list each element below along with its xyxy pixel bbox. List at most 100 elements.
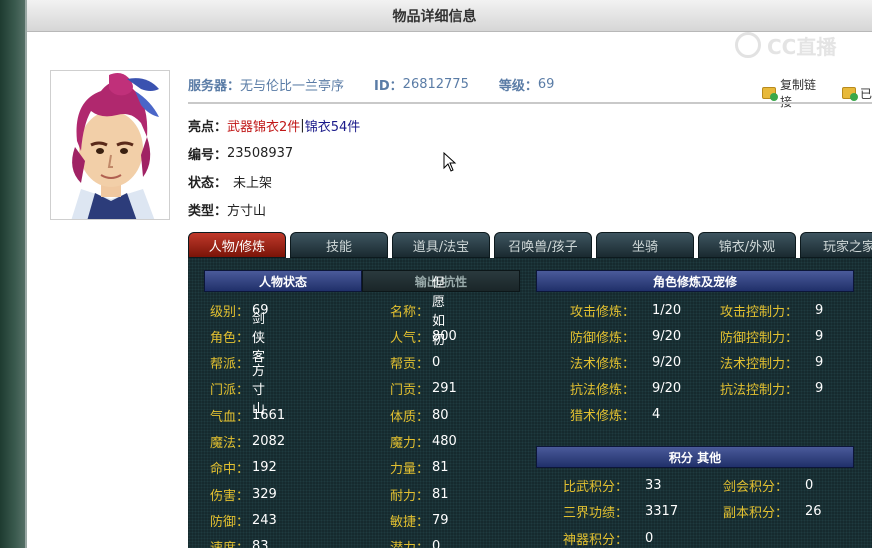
stat-label: 速度： <box>210 537 249 548</box>
id-label: ID： <box>374 78 403 94</box>
header-info-row: 服务器： 无与伦比一兰亭序 ID： 26812775 等级： 69 <box>188 74 584 94</box>
stat-row: 法术控制力： 9 <box>720 353 823 372</box>
second-link-icon[interactable] <box>842 87 858 101</box>
stat-value: 9/20 <box>652 328 682 344</box>
stat-row: 防御修炼： 9/20 <box>570 327 681 346</box>
stat-label: 抗法控制力： <box>720 382 799 398</box>
stat-value: 9 <box>815 328 824 344</box>
character-portrait-icon <box>51 71 169 219</box>
stat-row: 攻击控制力： 9 <box>720 301 823 320</box>
stat-value: 800 <box>432 328 457 344</box>
stat-row: 名称： 但愿如初 <box>390 276 445 348</box>
title-bar: 物品详细信息 <box>27 0 872 32</box>
stat-label: 猎术修炼： <box>570 408 636 424</box>
stat-row: 防御： 243 <box>210 511 277 530</box>
stat-value: 480 <box>432 434 457 449</box>
highlight-weapon-text: 武器锦衣2件 <box>227 119 301 135</box>
stat-label: 法术控制力： <box>720 356 799 372</box>
avatar <box>50 70 170 220</box>
highlight-row: 亮点： 武器锦衣2件 | 锦衣54件 <box>188 115 360 135</box>
stat-row: 剑会积分： 0 <box>723 476 813 495</box>
stat-row: 命中： 192 <box>210 459 277 478</box>
stat-label: 副本积分： <box>723 506 789 521</box>
stat-value: 2082 <box>252 434 286 449</box>
left-frame-bar <box>0 0 25 548</box>
stat-row: 帮贡： 0 <box>390 354 440 373</box>
stat-value: 192 <box>252 460 277 476</box>
type-value: 方寸山 <box>227 203 267 219</box>
stat-label: 名称： <box>390 304 430 320</box>
number-row: 编号： 23508937 <box>188 143 293 163</box>
stat-row: 速度：83 <box>210 537 269 548</box>
cultivation-section-header: 角色修炼及宠修 <box>536 270 854 292</box>
stat-row: 抗法修炼： 9/20 <box>570 379 681 398</box>
character-panel: 人物状态 输出/抗性 角色修炼及宠修 积分 其他 级别： 69 角色： 剑侠客 帮派：门… <box>188 258 872 548</box>
copy-link-icon[interactable] <box>762 87 778 101</box>
stat-row: 防御控制力： 9 <box>720 327 823 346</box>
highlight-label: 亮点： <box>188 119 228 135</box>
stat-label: 三界功绩： <box>563 506 629 521</box>
stat-row: 体质： 80 <box>390 406 449 425</box>
stat-label: 敏捷： <box>390 514 430 530</box>
stat-label: 攻击修炼： <box>570 304 636 320</box>
server-value: 无与伦比一兰亭序 <box>240 78 345 94</box>
stat-value: 0 <box>805 477 814 493</box>
tab-skills[interactable]: 技能 <box>290 232 388 258</box>
stat-value: 80 <box>432 407 449 423</box>
stat-value: 243 <box>252 512 277 528</box>
level-value: 69 <box>537 76 555 92</box>
status-section-tab[interactable]: 人物状态 <box>204 270 362 292</box>
stat-label: 防御： <box>210 514 250 530</box>
stat-label: 体质： <box>390 409 430 425</box>
stat-label: 防御修炼： <box>570 330 636 346</box>
header-divider <box>188 102 872 104</box>
stat-label: 防御控制力： <box>720 330 799 346</box>
status-section-header: 人物状态 输出/抗性 <box>204 270 522 292</box>
tab-character[interactable]: 人物/修炼 <box>188 232 286 258</box>
stat-value: 3317 <box>645 504 679 519</box>
level-label: 等级： <box>498 78 538 94</box>
stat-label: 力量： <box>390 462 430 478</box>
stat-row: 级别： 69 <box>210 301 269 320</box>
tab-costumes[interactable]: 锦衣/外观 <box>698 232 796 258</box>
stat-value: 1/20 <box>652 302 682 318</box>
tab-home[interactable]: 玩家之家 <box>800 232 872 258</box>
stat-row: 魔法： 2082 <box>210 433 285 451</box>
stat-label: 魔法： <box>210 436 250 451</box>
stat-value: 0 <box>645 530 654 546</box>
stat-row: 角色： 剑侠客 <box>210 312 265 365</box>
stat-row: 伤害： 329 <box>210 485 277 504</box>
stat-label: 级别： <box>210 304 250 320</box>
stat-row: 人气： 800 <box>390 327 457 346</box>
stat-label: 门贡： <box>390 383 430 399</box>
stat-label: 帮贡： <box>390 357 430 373</box>
stat-row: 力量： 81 <box>390 459 449 478</box>
stat-value: 0 <box>432 539 441 548</box>
stat-value: 0 <box>432 355 441 371</box>
tab-mounts[interactable]: 坐骑 <box>596 232 694 258</box>
stat-value: 9/20 <box>652 380 682 396</box>
stat-value: 83 <box>252 539 269 548</box>
stat-value: 4 <box>652 406 661 422</box>
tab-items[interactable]: 道具/法宝 <box>392 232 490 258</box>
stat-value: 291 <box>432 381 457 397</box>
status-label: 状态： <box>188 175 228 191</box>
stat-row: 法术修炼： 9/20 <box>570 353 681 372</box>
stat-label: 魔力： <box>390 436 430 451</box>
type-row: 类型： 方寸山 <box>188 199 266 219</box>
stat-label: 命中： <box>210 462 250 478</box>
second-link-button[interactable]: 已 <box>860 85 872 102</box>
stat-value: 81 <box>432 486 449 502</box>
id-value: 26812775 <box>402 76 469 92</box>
stat-value: 329 <box>252 486 277 502</box>
number-label: 编号： <box>188 147 228 163</box>
stat-label: 伤害： <box>210 488 250 504</box>
stat-row: 敏捷： 79 <box>390 511 449 530</box>
stat-value: 9 <box>815 380 824 396</box>
tab-summons[interactable]: 召唤兽/孩子 <box>494 232 592 258</box>
copy-link-button[interactable]: 复制链接 <box>780 76 824 110</box>
type-label: 类型： <box>188 203 228 219</box>
stat-value: 9 <box>815 354 824 370</box>
stat-value: 26 <box>805 504 822 519</box>
stat-row: 攻击修炼： 1/20 <box>570 301 681 320</box>
